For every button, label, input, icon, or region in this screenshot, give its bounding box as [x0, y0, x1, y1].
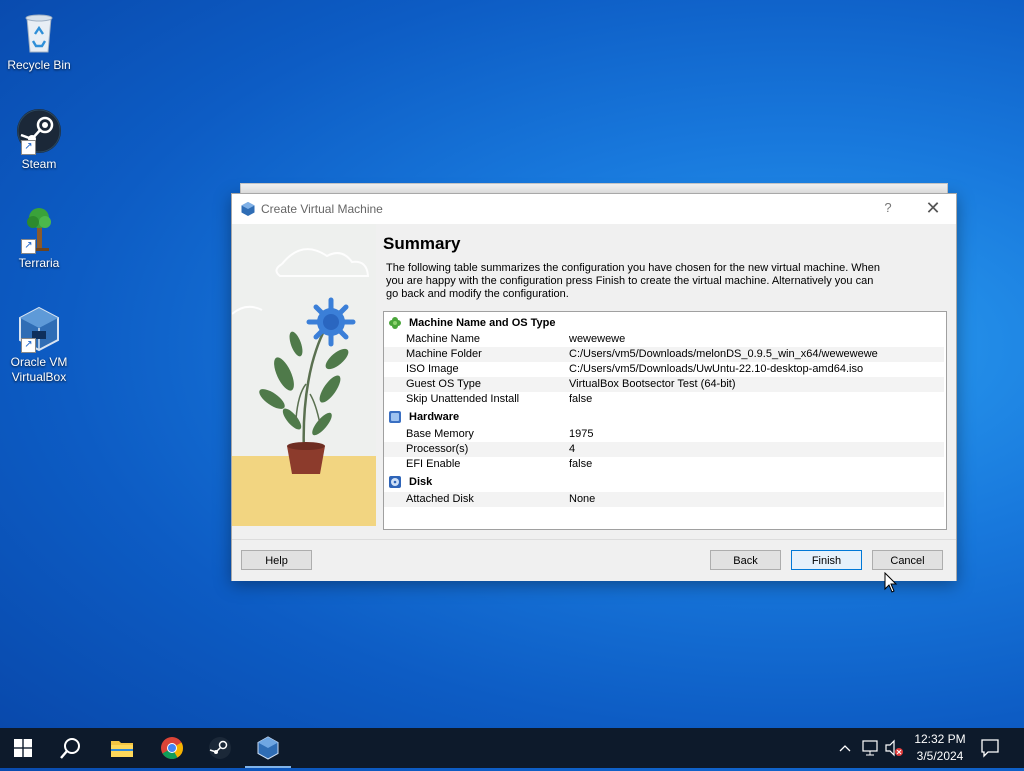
dialog-title: Create Virtual Machine: [261, 202, 383, 216]
desktop-icon-label: Recycle Bin: [7, 58, 71, 72]
row-key: Machine Folder: [406, 348, 482, 360]
summary-description: The following table summarizes the confi…: [386, 262, 881, 300]
section-title: Machine Name and OS Type: [409, 317, 556, 329]
row-value: false: [569, 393, 593, 405]
cancel-button[interactable]: Cancel: [872, 550, 943, 570]
desktop-icon-label: Terraria: [18, 256, 60, 270]
virtualbox-app-icon: [240, 201, 256, 217]
row-value: wewewewe: [569, 333, 626, 345]
row-key: Skip Unattended Install: [406, 393, 520, 405]
shortcut-arrow-icon: ↗: [21, 140, 36, 155]
row-key: ISO Image: [406, 363, 459, 375]
folder-icon: [111, 741, 133, 757]
table-row: Machine Name wewewewe: [384, 332, 944, 347]
table-row: Skip Unattended Install false: [384, 392, 944, 407]
virtualbox-icon: [257, 736, 279, 760]
taskbar-steam[interactable]: [197, 728, 243, 768]
shortcut-arrow-icon: ↗: [21, 239, 36, 254]
table-row: Machine Folder C:/Users/vm5/Downloads/me…: [384, 347, 944, 362]
virtualbox-icon: ↗: [15, 305, 63, 353]
table-row: Guest OS Type VirtualBox Bootsector Test…: [384, 377, 944, 392]
steam-icon: ↗: [15, 107, 63, 155]
network-icon[interactable]: [861, 728, 881, 768]
taskbar-file-explorer[interactable]: [99, 728, 145, 768]
row-key: Guest OS Type: [406, 378, 482, 390]
row-key: Machine Name: [406, 333, 480, 345]
taskbar-chrome[interactable]: [149, 728, 195, 768]
row-key: EFI Enable: [406, 458, 461, 470]
row-value: 4: [569, 443, 576, 455]
table-row: ISO Image C:/Users/vm5/Downloads/UwUntu-…: [384, 362, 944, 377]
desktop-icon-label: Oracle VM VirtualBox: [10, 355, 68, 384]
row-key: Processor(s): [406, 443, 469, 455]
wizard-illustration: [232, 224, 376, 526]
taskbar-clock[interactable]: 12:32 PM 3/5/2024: [904, 731, 976, 765]
help-icon[interactable]: ?: [878, 198, 898, 218]
summary-heading: Summary: [383, 234, 461, 253]
desktop-icon-terraria[interactable]: ↗ Terraria: [4, 206, 74, 271]
shortcut-arrow-icon: ↗: [21, 338, 36, 353]
table-row: EFI Enable false: [384, 457, 944, 472]
machine-clover-icon: [388, 316, 402, 330]
disk-icon: [388, 475, 402, 489]
create-vm-dialog: Create Virtual Machine ? ✕ Summary The f…: [231, 193, 957, 581]
row-value: C:/Users/vm5/Downloads/UwUntu-22.10-desk…: [569, 363, 864, 375]
desktop-icon-virtualbox[interactable]: ↗ Oracle VM VirtualBox: [4, 305, 74, 385]
notification-center-icon[interactable]: [978, 728, 1008, 768]
taskbar-virtualbox[interactable]: [245, 728, 291, 768]
summary-table[interactable]: Machine Name and OS Type Machine Name we…: [383, 311, 947, 530]
row-value: None: [569, 493, 596, 505]
start-button[interactable]: [0, 728, 46, 768]
desktop-icon-recycle-bin[interactable]: Recycle Bin: [4, 8, 74, 73]
close-icon[interactable]: ✕: [920, 197, 946, 219]
row-value: false: [569, 458, 593, 470]
row-value: 1975: [569, 428, 594, 440]
dialog-titlebar[interactable]: Create Virtual Machine ? ✕: [232, 194, 956, 224]
desktop-icon-steam[interactable]: ↗ Steam: [4, 107, 74, 172]
clock-date: 3/5/2024: [916, 749, 964, 763]
dialog-button-bar: Help Back Finish Cancel: [232, 539, 956, 581]
desktop-icon-label: Steam: [21, 157, 57, 171]
recycle-bin-icon: [15, 8, 63, 56]
finish-button[interactable]: Finish: [791, 550, 862, 570]
terraria-icon: ↗: [15, 206, 63, 254]
dialog-content: Summary The following table summarizes t…: [232, 224, 956, 539]
section-title: Disk: [409, 476, 433, 488]
search-icon: [60, 738, 80, 759]
section-title: Hardware: [409, 411, 460, 423]
row-key: Base Memory: [406, 428, 474, 440]
table-row: Processor(s) 4: [384, 442, 944, 457]
windows-logo-icon: [14, 739, 32, 757]
tray-chevron-up-icon[interactable]: [838, 728, 856, 768]
taskbar: 12:32 PM 3/5/2024: [0, 728, 1024, 768]
search-button[interactable]: [48, 728, 94, 768]
back-button[interactable]: Back: [710, 550, 781, 570]
volume-muted-icon[interactable]: [884, 728, 906, 768]
row-value: C:/Users/vm5/Downloads/melonDS_0.9.5_win…: [569, 348, 878, 360]
mouse-cursor-icon: [884, 571, 898, 594]
row-key: Attached Disk: [406, 493, 474, 505]
row-value: VirtualBox Bootsector Test (64-bit): [569, 378, 736, 390]
chrome-icon: [161, 737, 183, 759]
clock-time: 12:32 PM: [914, 732, 966, 746]
help-button[interactable]: Help: [241, 550, 312, 570]
table-row: Base Memory 1975: [384, 427, 944, 442]
table-row: Attached Disk None: [384, 492, 944, 507]
steam-icon: [209, 737, 231, 759]
chip-icon: [388, 410, 402, 424]
